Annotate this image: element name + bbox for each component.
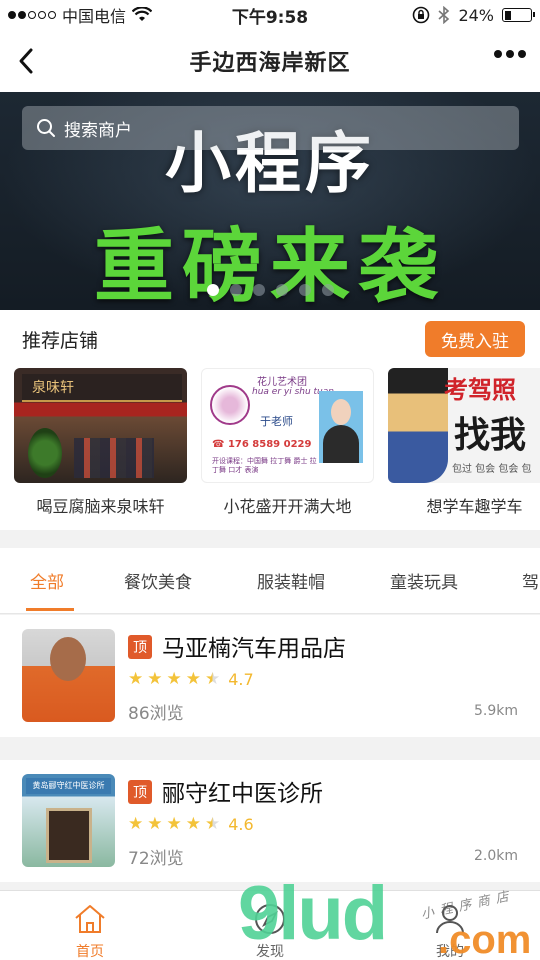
tab-kids[interactable]: 童装玩具: [390, 568, 458, 593]
status-bar: 中国电信 下午9:58 24%: [0, 0, 540, 30]
home-icon: [75, 905, 105, 933]
active-tab-indicator: [26, 608, 74, 611]
tabbar-label: 首页: [76, 944, 104, 960]
star-icon: ★: [147, 669, 163, 689]
tabbar-item-mine[interactable]: 我的: [360, 891, 540, 960]
status-right: 24%: [412, 6, 540, 25]
half-star-icon: ★: [205, 814, 221, 834]
user-icon: [436, 905, 464, 934]
battery-percent: 24%: [458, 5, 494, 25]
search-placeholder: 搜索商户: [64, 120, 132, 141]
page-title: 手边西海岸新区: [189, 51, 351, 76]
shop-image: 花儿艺术团 hua er yi shu tuan 于老师 ☎ 176 8589 …: [201, 368, 374, 483]
star-icon: ★: [147, 814, 163, 834]
section-heading: 推荐店铺: [22, 330, 99, 352]
carousel-dot[interactable]: [298, 284, 311, 296]
search-icon: [37, 119, 55, 137]
listing-image: [22, 629, 115, 722]
tabbar-item-discover[interactable]: 发现: [180, 891, 360, 960]
view-count: 86浏览: [128, 704, 184, 724]
listing-title: 郦守红中医诊所: [162, 781, 323, 807]
wifi-icon: [132, 7, 153, 21]
star-icon: ★: [185, 814, 201, 834]
recommended-shops-section: 推荐店铺 免费入驻 泉味轩 喝豆腐脑来泉味轩 花儿艺术团 hua er yi s…: [0, 310, 540, 530]
battery-icon: [502, 8, 535, 22]
rating-stars: ★ ★ ★ ★ ★ 4.6: [128, 815, 254, 834]
bluetooth-icon: [438, 6, 450, 24]
search-bar[interactable]: 搜索商户: [22, 106, 519, 150]
back-chevron-icon[interactable]: [10, 44, 44, 78]
carousel-dot[interactable]: [229, 284, 242, 296]
top-badge: 顶: [128, 780, 152, 804]
tabbar-label: 我的: [436, 944, 464, 960]
carousel-dot[interactable]: [275, 284, 288, 296]
promo-banner[interactable]: 小程序 重磅来袭 搜索商户: [0, 92, 540, 310]
star-icon: ★: [128, 669, 144, 689]
carousel-dot[interactable]: [252, 284, 265, 296]
distance: 2.0km: [473, 848, 518, 864]
poster-line1: 考驾照: [444, 376, 516, 404]
star-icon: ★: [166, 669, 182, 689]
rotation-lock-icon: [413, 6, 430, 24]
rating-stars: ★ ★ ★ ★ ★ 4.7: [128, 670, 254, 689]
shop-name: 喝豆腐脑来泉味轩: [36, 497, 165, 516]
star-icon: ★: [166, 814, 182, 834]
list-item[interactable]: 黄岛郦守红中医诊所 顶 郦守红中医诊所 ★ ★ ★ ★ ★ 4.6 72浏览 2…: [0, 760, 540, 882]
clinic-sign: 黄岛郦守红中医诊所: [26, 778, 111, 794]
half-star-icon: ★: [205, 669, 221, 689]
star-icon: ★: [185, 669, 201, 689]
tabbar-item-home[interactable]: 首页: [0, 891, 180, 960]
more-dots-icon[interactable]: [494, 50, 526, 58]
person-head: [50, 637, 86, 681]
tab-food[interactable]: 餐饮美食: [124, 568, 192, 593]
cartoon-officer: [388, 368, 448, 483]
tab-all[interactable]: 全部: [30, 568, 64, 593]
flyer-title: 花儿艺术团: [257, 377, 307, 388]
app-screen: 中国电信 下午9:58 24% 手边西海岸新区 小程序 重磅来袭 搜索商户 推荐…: [0, 0, 540, 960]
tab-clothing[interactable]: 服装鞋帽: [257, 568, 325, 593]
clinic-door: [46, 808, 92, 863]
listing-title: 马亚楠汽车用品店: [162, 636, 346, 662]
flyer-teacher: 于老师: [260, 415, 293, 428]
shop-sign: 泉味轩: [22, 374, 182, 402]
carousel-dot[interactable]: [206, 284, 219, 296]
rating-value: 4.6: [228, 815, 254, 834]
category-tabs: 全部 餐饮美食 服装鞋帽 童装玩具 驾: [0, 548, 540, 614]
shop-card[interactable]: 考驾照 找我 包过 包会 包会 包 想学车趣学车: [388, 368, 540, 517]
status-left: 中国电信: [0, 3, 153, 27]
flyer-phone: ☎ 176 8589 0229: [212, 439, 312, 450]
distance: 5.9km: [473, 703, 518, 719]
free-join-button[interactable]: 免费入驻: [425, 321, 525, 357]
navigation-bar: 手边西海岸新区: [0, 30, 540, 92]
shop-card[interactable]: 花儿艺术团 hua er yi shu tuan 于老师 ☎ 176 8589 …: [201, 368, 374, 517]
list-item[interactable]: 顶 马亚楠汽车用品店 ★ ★ ★ ★ ★ 4.7 86浏览 5.9km: [0, 615, 540, 737]
shop-name: 想学车趣学车: [426, 497, 523, 516]
poster-line3: 包过 包会 包会 包: [452, 464, 532, 475]
battery-level: [504, 10, 511, 20]
listing-image: 黄岛郦守红中医诊所: [22, 774, 115, 867]
tab-driving[interactable]: 驾: [522, 568, 539, 593]
top-badge: 顶: [128, 635, 152, 659]
poster-line2: 找我: [454, 415, 527, 456]
signal-dots-icon: [8, 11, 56, 19]
view-count: 72浏览: [128, 849, 184, 869]
compass-icon: [255, 904, 285, 934]
art-troupe-logo: [210, 385, 250, 425]
carousel-dot[interactable]: [321, 284, 334, 296]
shop-image: 考驾照 找我 包过 包会 包会 包: [388, 368, 540, 483]
carrier-label: 中国电信: [62, 7, 127, 26]
shop-name: 小花盛开开满大地: [223, 497, 352, 516]
plant-decoration: [28, 428, 62, 478]
rating-value: 4.7: [228, 670, 254, 689]
bottom-tab-bar: 首页 发现 我的: [0, 890, 540, 960]
flyer-courses: 开设课程：中国舞 拉丁舞 爵士 拉丁舞 口才 表演: [212, 457, 317, 474]
shop-card[interactable]: 泉味轩 喝豆腐脑来泉味轩: [14, 368, 187, 517]
people-decoration: [74, 438, 154, 478]
banner-pagination[interactable]: [0, 284, 540, 296]
shop-image: 泉味轩: [14, 368, 187, 483]
portrait-photo: [319, 391, 363, 463]
tabbar-label: 发现: [256, 944, 284, 960]
star-icon: ★: [128, 814, 144, 834]
